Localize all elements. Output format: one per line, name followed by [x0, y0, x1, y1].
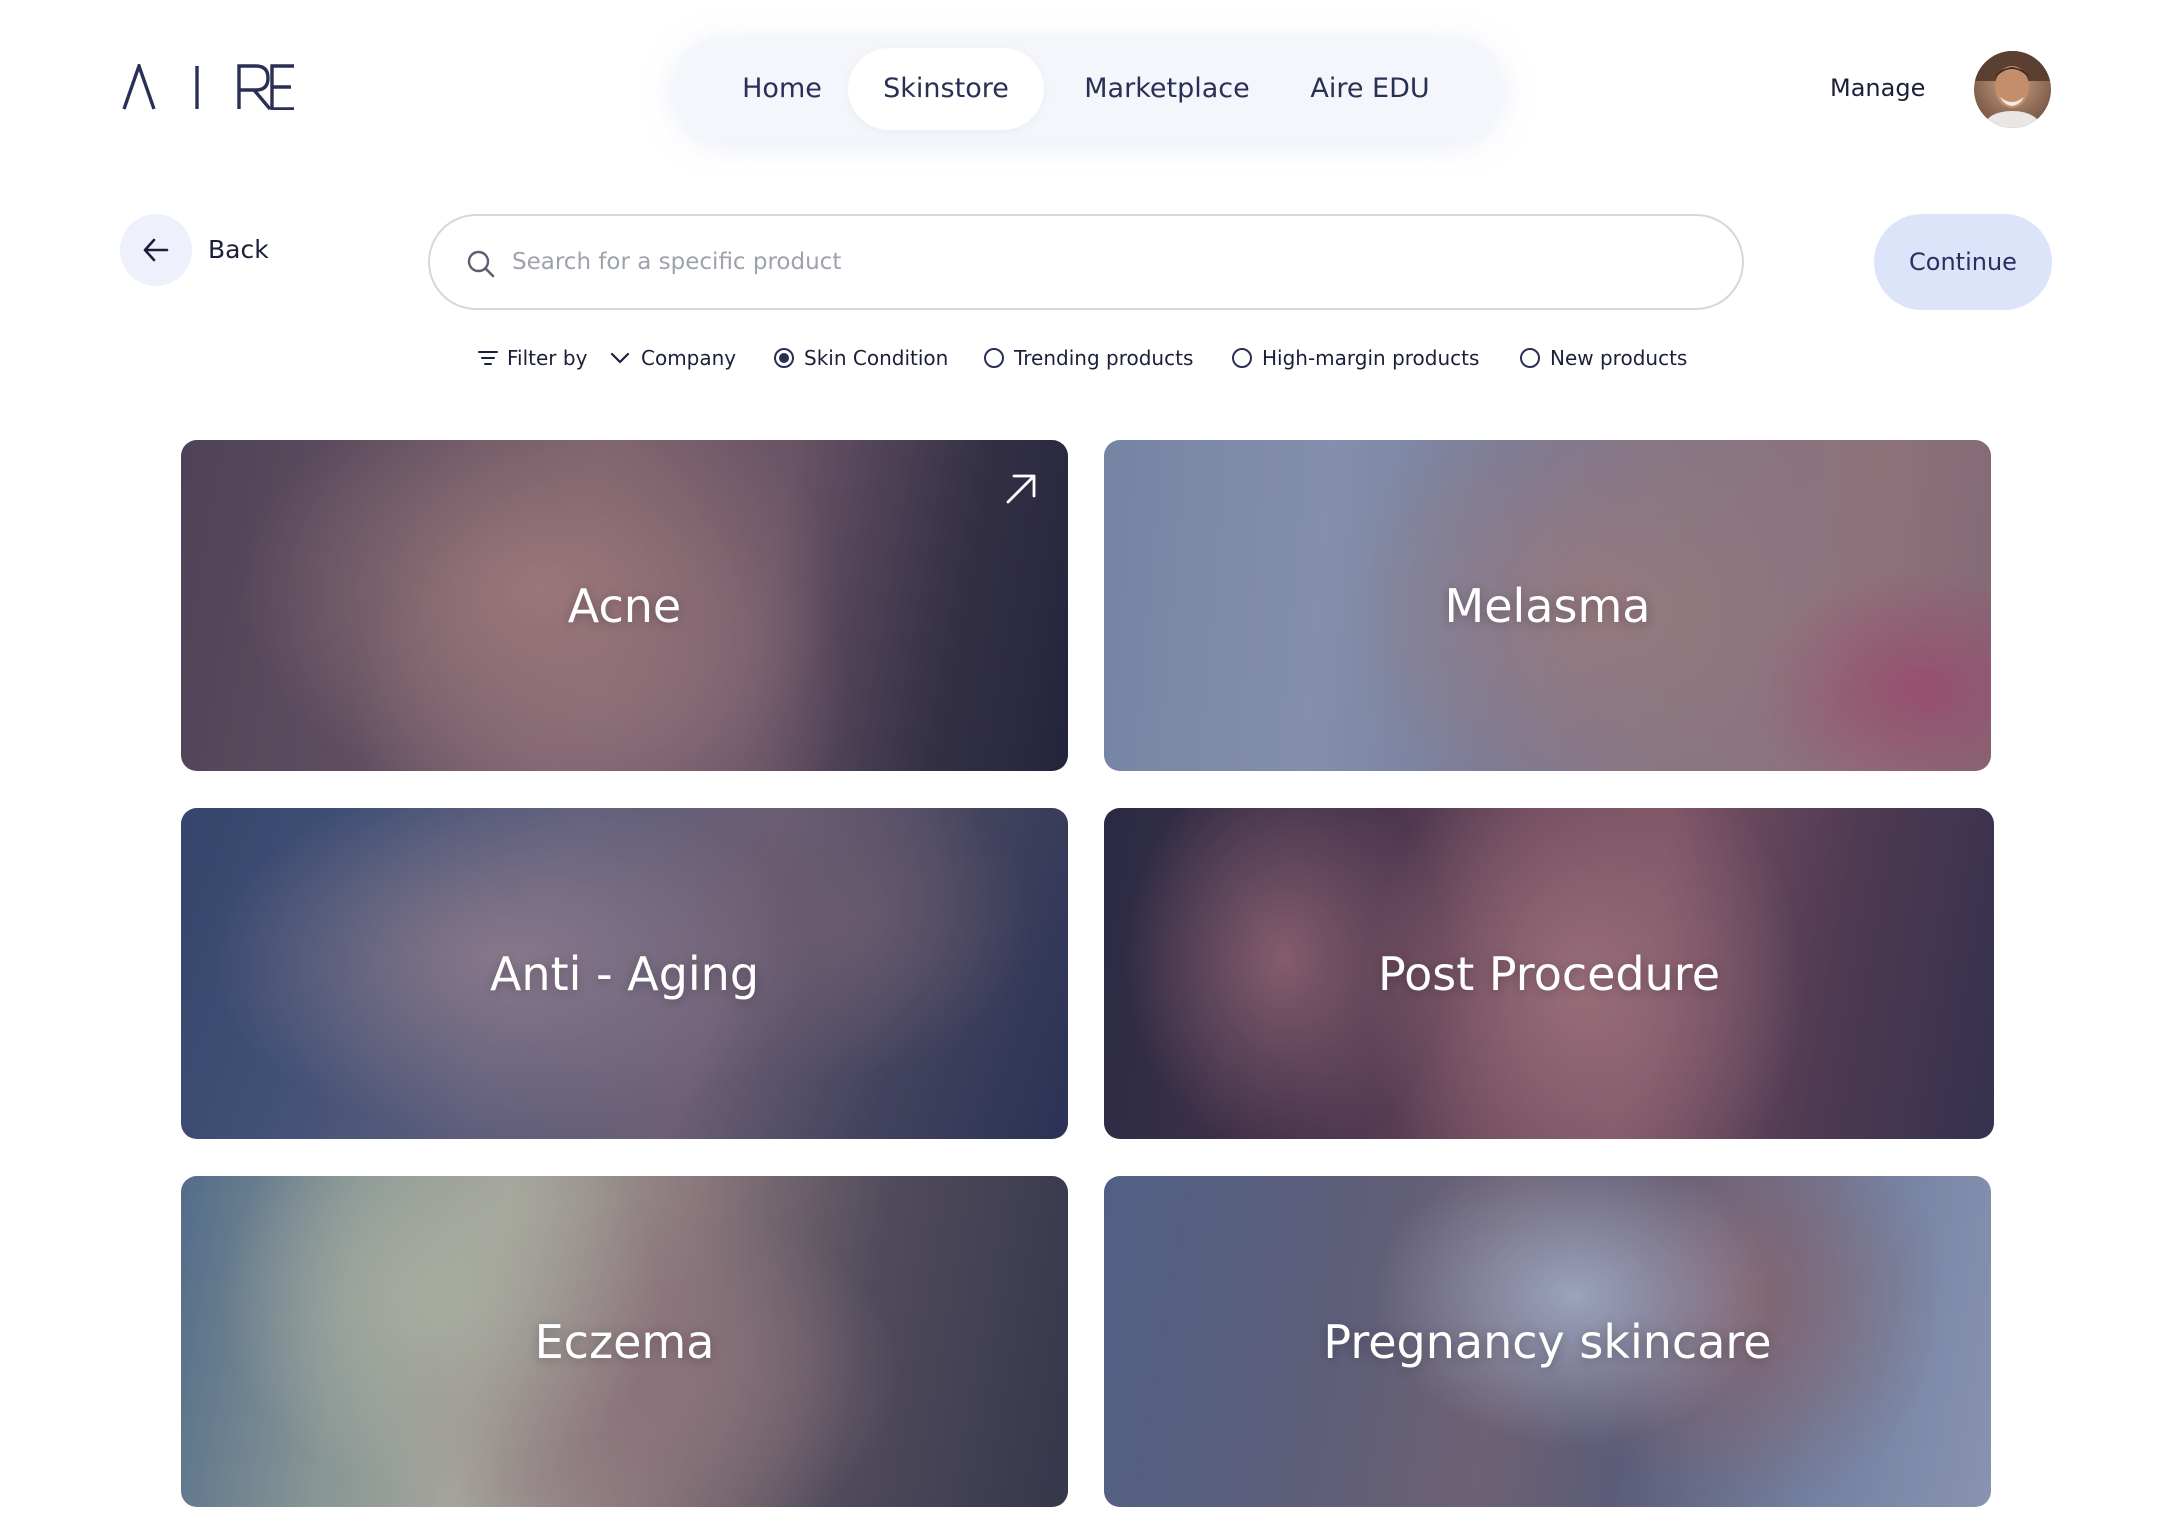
radio-selected[interactable] [774, 348, 794, 368]
filter-option-label: High-margin products [1262, 346, 1480, 370]
search-input[interactable] [510, 236, 1690, 288]
chevron-down-icon [610, 352, 630, 364]
radio-unselected[interactable] [984, 348, 1004, 368]
filter-option-label: Trending products [1014, 346, 1194, 370]
arrow-up-right-icon[interactable] [1004, 472, 1038, 506]
search-icon [467, 250, 495, 278]
company-label: Company [641, 346, 737, 370]
radio-unselected[interactable] [1232, 348, 1252, 368]
card-title: Eczema [534, 1314, 715, 1369]
nav-home[interactable]: Home [712, 48, 852, 130]
search-box[interactable] [428, 214, 1744, 310]
filter-by-label: Filter by [507, 346, 588, 370]
filter-new-products[interactable]: New products [1520, 342, 1696, 374]
nav-skinstore[interactable]: Skinstore [848, 48, 1044, 130]
back-button[interactable] [120, 214, 192, 286]
filter-option-label: New products [1550, 346, 1688, 370]
card-title: Melasma [1444, 578, 1651, 633]
avatar[interactable] [1974, 51, 2051, 128]
filter-by-button[interactable]: Filter by [478, 342, 590, 374]
category-card-post-procedure[interactable]: Post Procedure [1104, 808, 1994, 1139]
arrow-left-icon [143, 238, 169, 262]
aire-logo[interactable] [122, 60, 297, 111]
manage-link[interactable]: Manage [1830, 70, 1925, 106]
card-title: Acne [567, 578, 682, 633]
continue-button[interactable]: Continue [1874, 214, 2052, 310]
category-card-eczema[interactable]: Eczema [181, 1176, 1068, 1507]
back-label[interactable]: Back [208, 232, 269, 268]
radio-unselected[interactable] [1520, 348, 1540, 368]
category-card-anti-aging[interactable]: Anti - Aging [181, 808, 1068, 1139]
main-nav: Home Skinstore Marketplace Aire EDU [672, 36, 1504, 142]
card-title: Post Procedure [1378, 946, 1720, 1001]
nav-aire-edu[interactable]: Aire EDU [1280, 48, 1460, 130]
filter-option-label: Skin Condition [804, 346, 949, 370]
nav-marketplace[interactable]: Marketplace [1058, 48, 1276, 130]
company-dropdown[interactable]: Company [610, 342, 750, 374]
card-title: Anti - Aging [489, 946, 760, 1001]
category-card-pregnancy-skincare[interactable]: Pregnancy skincare [1104, 1176, 1991, 1507]
filter-trending-products[interactable]: Trending products [984, 342, 1196, 374]
category-card-acne[interactable]: Acne [181, 440, 1068, 771]
filter-icon [478, 351, 498, 365]
filter-high-margin-products[interactable]: High-margin products [1232, 342, 1488, 374]
card-title: Pregnancy skincare [1323, 1314, 1772, 1369]
filter-skin-condition[interactable]: Skin Condition [774, 342, 954, 374]
category-card-melasma[interactable]: Melasma [1104, 440, 1991, 771]
